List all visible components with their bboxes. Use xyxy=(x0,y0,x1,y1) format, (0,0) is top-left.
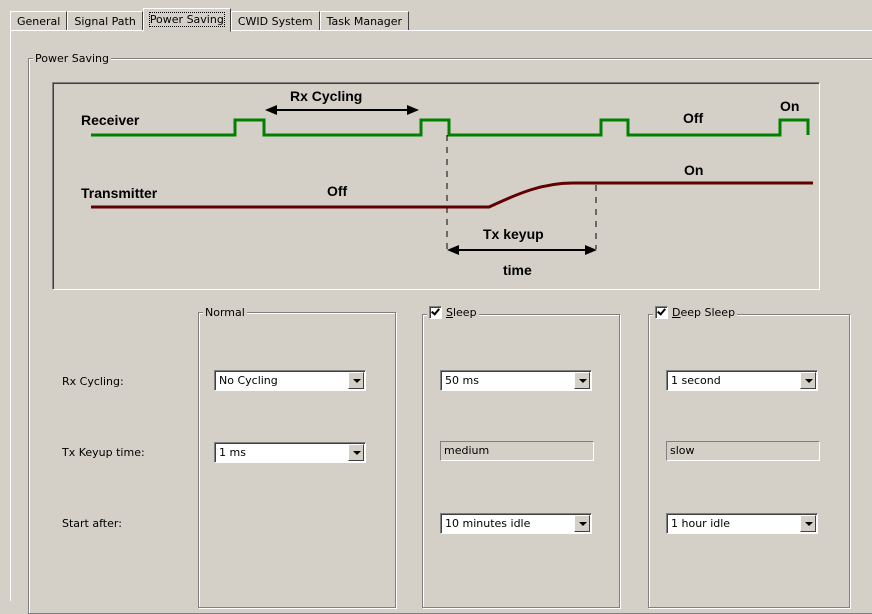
tab-strip: General Signal Path Power Saving CWID Sy… xyxy=(10,8,410,32)
chevron-down-icon[interactable] xyxy=(348,372,364,389)
rx-cycling-diagram-label: Rx Cycling xyxy=(290,88,362,104)
receiver-label: Receiver xyxy=(81,112,140,128)
tx-keyup-label: Tx keyup xyxy=(483,226,544,242)
rx-cycling-row-label: Rx Cycling: xyxy=(62,375,124,388)
normal-tx-keyup-value: 1 ms xyxy=(219,446,246,459)
chevron-down-icon[interactable] xyxy=(800,515,816,532)
normal-rx-cycling-value: No Cycling xyxy=(219,374,278,387)
deep-sleep-group-title[interactable]: Deep Sleep xyxy=(653,306,738,322)
power-saving-group-title: Power Saving xyxy=(33,52,111,65)
deep-sleep-start-after-select[interactable]: 1 hour idle xyxy=(666,513,818,534)
deep-sleep-checkbox[interactable] xyxy=(655,306,668,319)
timing-diagram: Receiver Transmitter Rx Cycling Off On O… xyxy=(81,88,813,278)
tab-cwid-system[interactable]: CWID System xyxy=(230,11,320,31)
sleep-start-after-select[interactable]: 10 minutes idle xyxy=(440,513,592,534)
transmitter-signal-line xyxy=(91,181,813,209)
deep-sleep-rx-cycling-value: 1 second xyxy=(671,374,721,387)
sleep-rx-cycling-value: 50 ms xyxy=(445,374,479,387)
transmitter-on-label: On xyxy=(684,162,703,178)
receiver-on-label: On xyxy=(780,98,799,114)
normal-rx-cycling-select[interactable]: No Cycling xyxy=(214,370,366,391)
tx-keyup-arrow-right-head xyxy=(585,245,597,255)
power-saving-diagram: Receiver Transmitter Rx Cycling Off On O… xyxy=(52,82,820,290)
chevron-down-icon[interactable] xyxy=(348,444,364,461)
transmitter-off-label: Off xyxy=(327,183,348,199)
chevron-down-icon[interactable] xyxy=(574,372,590,389)
sleep-tx-keyup-field: medium xyxy=(440,441,594,461)
time-label: time xyxy=(503,262,532,278)
normal-group-title: Normal xyxy=(203,306,247,319)
chevron-down-icon[interactable] xyxy=(574,515,590,532)
tab-power-saving[interactable]: Power Saving xyxy=(142,8,231,32)
tx-keyup-arrow-left-head xyxy=(447,245,459,255)
normal-tx-keyup-select[interactable]: 1 ms xyxy=(214,442,366,463)
start-after-row-label: Start after: xyxy=(62,517,122,530)
deep-sleep-start-after-value: 1 hour idle xyxy=(671,517,731,530)
tab-task-manager[interactable]: Task Manager xyxy=(319,11,410,31)
deep-sleep-checkbox-label: Deep Sleep xyxy=(672,306,736,319)
receiver-off-label: Off xyxy=(683,110,704,126)
rx-cycling-arrow-right-head xyxy=(407,105,419,115)
tab-general[interactable]: General xyxy=(10,11,68,31)
transmitter-label: Transmitter xyxy=(81,185,158,201)
deep-sleep-rx-cycling-select[interactable]: 1 second xyxy=(666,370,818,391)
sleep-checkbox-label: Sleep xyxy=(446,306,477,319)
tx-keyup-row-label: Tx Keyup time: xyxy=(62,446,145,459)
rx-cycling-arrow-left-head xyxy=(265,105,277,115)
tab-power-saving-label: Power Saving xyxy=(148,12,225,27)
sleep-checkbox[interactable] xyxy=(429,306,442,319)
chevron-down-icon[interactable] xyxy=(800,372,816,389)
tab-signal-path[interactable]: Signal Path xyxy=(67,11,143,31)
sleep-group-title[interactable]: Sleep xyxy=(427,306,479,322)
deep-sleep-tx-keyup-field: slow xyxy=(666,441,820,461)
sleep-start-after-value: 10 minutes idle xyxy=(445,517,531,530)
sleep-rx-cycling-select[interactable]: 50 ms xyxy=(440,370,592,391)
